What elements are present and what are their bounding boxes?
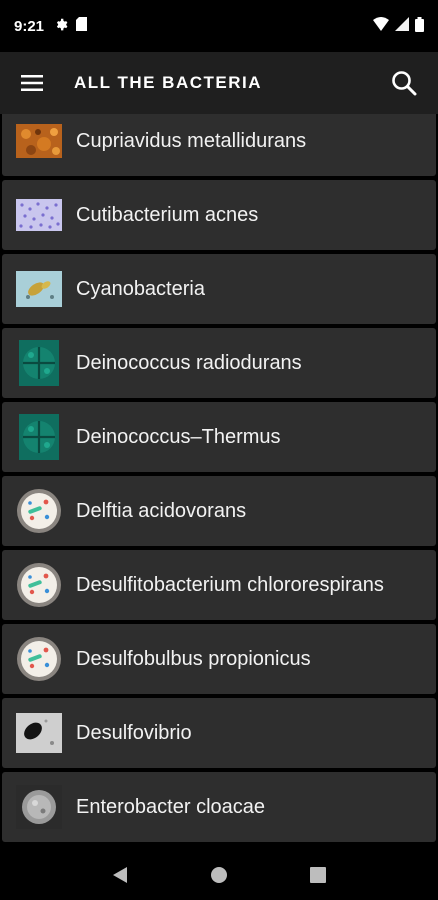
gray-colony-thumbnail: [16, 784, 62, 830]
petri-dish-icon: [16, 636, 62, 682]
purple-microscopy-thumbnail: [16, 192, 62, 238]
search-icon[interactable]: [386, 65, 422, 101]
list-item[interactable]: Deinococcus–Thermus: [2, 402, 436, 472]
list-item-label: Desulfitobacterium chlororespirans: [76, 573, 384, 596]
battery-icon: [415, 16, 424, 36]
list-item-label: Desulfobulbus propionicus: [76, 647, 311, 670]
petri-dish-icon: [16, 562, 62, 608]
cell-signal-icon: [395, 17, 409, 35]
list-item-label: Cupriavidus metallidurans: [76, 129, 307, 152]
recents-icon[interactable]: [298, 855, 338, 895]
gear-icon: [54, 17, 68, 35]
list-item[interactable]: Cupriavidus metallidurans: [2, 114, 436, 176]
bacteria-list[interactable]: Cupriavidus metallidurans Cutibacterium …: [0, 114, 438, 850]
hamburger-menu-icon[interactable]: [16, 67, 48, 99]
list-item[interactable]: Deinococcus radiodurans: [2, 328, 436, 398]
system-nav-bar: [0, 850, 438, 900]
list-item-label: Cyanobacteria: [76, 277, 205, 300]
list-item-label: Desulfovibrio: [76, 721, 192, 744]
list-item-label: Deinococcus radiodurans: [76, 351, 302, 374]
back-icon[interactable]: [100, 855, 140, 895]
list-item[interactable]: Cyanobacteria: [2, 254, 436, 324]
list-item[interactable]: Enterobacter cloacae: [2, 772, 436, 842]
petri-dish-icon: [16, 488, 62, 534]
blue-microscopy-thumbnail: [16, 266, 62, 312]
list-item[interactable]: Desulfovibrio: [2, 698, 436, 768]
list-item[interactable]: Desulfitobacterium chlororespirans: [2, 550, 436, 620]
orange-microscopy-thumbnail: [16, 118, 62, 164]
status-bar: 9:21: [0, 0, 438, 52]
list-item-label: Enterobacter cloacae: [76, 795, 266, 818]
teal-tetrad-thumbnail: [16, 340, 62, 386]
list-item-label: Cutibacterium acnes: [76, 203, 259, 226]
app-title: ALL THE BACTERIA: [74, 73, 263, 92]
list-item-label: Delftia acidovorans: [76, 499, 247, 522]
app-bar: ALL THE BACTERIA: [0, 52, 438, 114]
list-item[interactable]: Desulfobulbus propionicus: [2, 624, 436, 694]
list-item[interactable]: Cutibacterium acnes: [2, 180, 436, 250]
wifi-icon: [373, 17, 389, 35]
list-item-label: Deinococcus–Thermus: [76, 425, 281, 448]
sd-card-icon: [76, 17, 88, 35]
status-time: 9:21: [14, 17, 45, 35]
home-icon[interactable]: [199, 855, 239, 895]
list-item[interactable]: Delftia acidovorans: [2, 476, 436, 546]
gray-microscopy-thumbnail: [16, 710, 62, 756]
teal-tetrad-thumbnail: [16, 414, 62, 460]
